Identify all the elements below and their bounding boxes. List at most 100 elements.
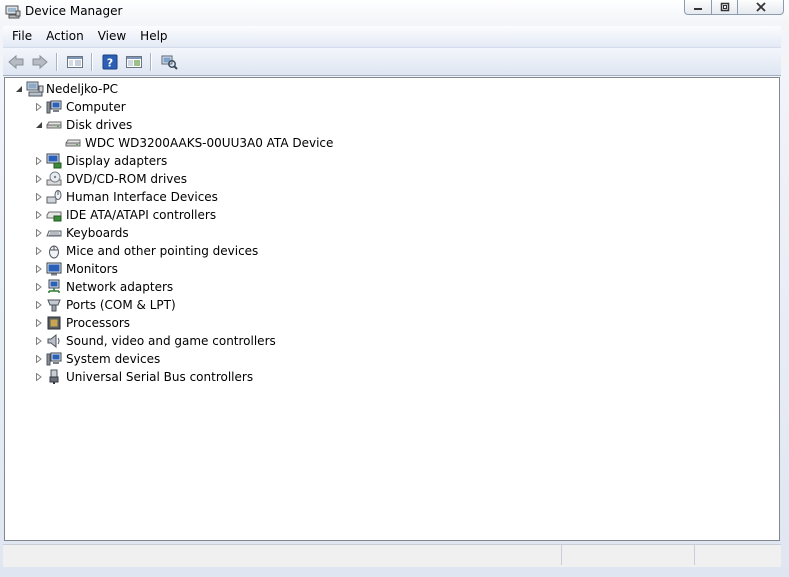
tree-item-sound-controllers[interactable]: Sound, video and game controllers (34, 332, 276, 350)
network-adapter-icon (46, 279, 62, 295)
tree-item-label: Human Interface Devices (66, 190, 218, 204)
expand-arrow-icon[interactable] (34, 193, 43, 202)
tree-item-keyboards[interactable]: Keyboards (34, 224, 129, 242)
tree-item-label: DVD/CD-ROM drives (66, 172, 188, 186)
expand-arrow-icon[interactable] (34, 337, 43, 346)
status-bar (3, 544, 781, 567)
expand-arrow-icon[interactable] (34, 319, 43, 328)
tree-item-label: Processors (66, 316, 131, 330)
toolbar-separator (91, 52, 93, 71)
tree-root[interactable]: Nedeljko-PC (14, 80, 118, 98)
sound-icon (46, 333, 62, 349)
forward-button[interactable] (29, 52, 51, 72)
tree-item-display-adapters[interactable]: Display adapters (34, 152, 167, 170)
tree-item-label: WDC WD3200AAKS-00UU3A0 ATA Device (85, 136, 334, 150)
tree-item-label: Monitors (66, 262, 118, 276)
status-pane-main (3, 545, 562, 565)
tree-item-label: Universal Serial Bus controllers (66, 370, 254, 384)
mouse-icon (46, 243, 62, 259)
expand-arrow-icon[interactable] (34, 211, 43, 220)
display-adapter-icon (46, 153, 62, 169)
tree-item-ide-controllers[interactable]: IDE ATA/ATAPI controllers (34, 206, 216, 224)
tree-item-label: IDE ATA/ATAPI controllers (66, 208, 217, 222)
port-icon (46, 297, 62, 313)
expand-arrow-icon[interactable] (34, 229, 43, 238)
maximize-button[interactable] (712, 0, 738, 15)
collapse-arrow-icon[interactable] (34, 121, 43, 130)
scan-hardware-icon (161, 55, 178, 70)
status-pane-tertiary (695, 545, 781, 565)
ide-controller-icon (46, 207, 62, 223)
expand-arrow-icon[interactable] (34, 301, 43, 310)
close-button[interactable] (738, 0, 784, 15)
minimize-button[interactable] (684, 0, 712, 15)
tree-item-ports[interactable]: Ports (COM & LPT) (34, 296, 176, 314)
tree-item-label: Disk drives (66, 118, 133, 132)
minimize-icon (694, 8, 702, 10)
processor-icon (46, 315, 62, 331)
tree-item-mice[interactable]: Mice and other pointing devices (34, 242, 258, 260)
toolbar-separator (150, 52, 152, 71)
system-devices-icon (46, 351, 62, 367)
tree-item-disk-drives[interactable]: Disk drives (34, 116, 132, 134)
back-arrow-icon (8, 54, 24, 69)
menu-file[interactable]: File (3, 26, 39, 47)
back-button[interactable] (5, 52, 27, 72)
tree-item-dvd-drives[interactable]: DVD/CD-ROM drives (34, 170, 187, 188)
toolbar-separator (56, 52, 58, 71)
computer-icon (46, 99, 62, 115)
device-manager-icon (5, 3, 21, 19)
hid-icon (46, 189, 62, 205)
tree-item-label: Computer (66, 100, 126, 114)
dvd-drive-icon (46, 171, 62, 187)
menu-action[interactable]: Action (39, 26, 91, 47)
tree-item-system-devices[interactable]: System devices (34, 350, 160, 368)
title-bar[interactable]: Device Manager (0, 0, 789, 24)
expand-arrow-icon[interactable] (34, 283, 43, 292)
help-button[interactable]: ? (99, 52, 121, 72)
device-tree[interactable]: Nedeljko-PC Computer Disk drives WDC WD3… (4, 77, 780, 541)
window-title: Device Manager (25, 4, 123, 18)
keyboard-icon (46, 225, 62, 241)
menu-bar: File Action View Help (3, 26, 781, 48)
disk-drive-icon (65, 135, 81, 151)
scan-hardware-button[interactable] (158, 52, 180, 72)
toolbar: ? (3, 48, 781, 76)
tree-item-monitors[interactable]: Monitors (34, 260, 118, 278)
tree-item-hid[interactable]: Human Interface Devices (34, 188, 218, 206)
status-pane-secondary (562, 545, 695, 565)
tree-root-label: Nedeljko-PC (46, 82, 119, 96)
expand-arrow-icon[interactable] (34, 355, 43, 364)
tree-item-label: System devices (66, 352, 161, 366)
show-hide-console-tree-button[interactable] (64, 52, 86, 72)
tree-item-computer[interactable]: Computer (34, 98, 126, 116)
tree-item-processors[interactable]: Processors (34, 314, 130, 332)
restore-icon (720, 2, 729, 12)
tree-item-usb-controllers[interactable]: Universal Serial Bus controllers (34, 368, 253, 386)
menu-view[interactable]: View (91, 26, 133, 47)
close-icon (755, 2, 766, 12)
help-icon: ? (102, 54, 118, 69)
expand-arrow-icon[interactable] (34, 103, 43, 112)
expand-arrow-icon[interactable] (34, 247, 43, 256)
expand-arrow-icon[interactable] (34, 175, 43, 184)
monitor-icon (46, 261, 62, 277)
tree-item-wdc-disk[interactable]: WDC WD3200AAKS-00UU3A0 ATA Device (65, 134, 333, 152)
menu-help[interactable]: Help (133, 26, 174, 47)
usb-icon (46, 369, 62, 385)
disk-drive-icon (46, 117, 62, 133)
svg-text:?: ? (107, 56, 113, 69)
tree-item-label: Mice and other pointing devices (66, 244, 259, 258)
expand-arrow-icon[interactable] (34, 265, 43, 274)
caption-buttons (684, 0, 784, 15)
tree-item-network-adapters[interactable]: Network adapters (34, 278, 173, 296)
tree-item-label: Sound, video and game controllers (66, 334, 276, 348)
forward-arrow-icon (32, 54, 48, 69)
window-frame: Device Manager File Action View Help ? N… (0, 0, 789, 577)
properties-icon (126, 55, 142, 68)
expand-arrow-icon[interactable] (34, 373, 43, 382)
tree-item-label: Display adapters (66, 154, 168, 168)
expand-arrow-icon[interactable] (34, 157, 43, 166)
collapse-arrow-icon[interactable] (14, 85, 23, 94)
properties-button[interactable] (123, 52, 145, 72)
